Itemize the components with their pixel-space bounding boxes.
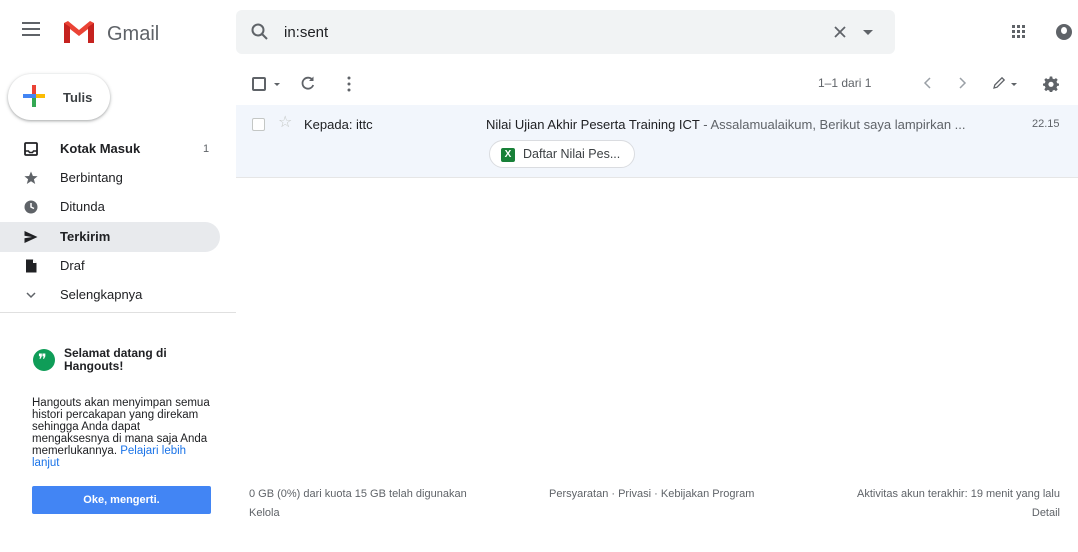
select-all-checkbox[interactable]	[252, 77, 266, 91]
program-policies-link[interactable]: Kebijakan Program	[661, 488, 755, 500]
chevron-down-icon	[26, 292, 36, 299]
sidebar-divider	[0, 312, 236, 313]
sidebar-item-label: Draf	[60, 258, 85, 273]
plus-icon	[23, 85, 45, 107]
list-toolbar: 1–1 dari 1	[236, 64, 1078, 104]
gmail-logo-icon[interactable]	[62, 19, 96, 45]
compose-label: Tulis	[63, 90, 93, 105]
sidebar-item-label: Selengkapnya	[60, 287, 143, 302]
pencil-icon[interactable]	[992, 76, 1006, 90]
star-icon	[24, 171, 38, 184]
sidebar-item-inbox[interactable]: Kotak Masuk 1	[0, 134, 220, 164]
inbox-icon	[24, 142, 38, 156]
attachment-name: Daftar Nilai Pes...	[523, 147, 621, 161]
hangouts-icon	[33, 349, 55, 371]
send-icon	[24, 231, 38, 243]
input-tools-options-icon[interactable]	[1011, 83, 1017, 86]
email-row[interactable]: ☆ Kepada: ittc Nilai Ujian Akhir Peserta…	[236, 105, 1078, 178]
sidebar-item-label: Ditunda	[60, 199, 105, 214]
search-options-icon[interactable]	[863, 30, 873, 35]
main-menu-icon[interactable]	[22, 22, 40, 36]
clock-icon	[24, 200, 38, 214]
hangouts-ok-button[interactable]: Oke, mengerti.	[32, 486, 211, 514]
apps-grid-icon[interactable]	[1012, 25, 1026, 39]
draft-icon	[26, 259, 37, 273]
refresh-icon[interactable]	[300, 75, 316, 91]
pagination-text: 1–1 dari 1	[818, 76, 872, 90]
compose-button[interactable]: Tulis	[8, 74, 110, 120]
star-icon[interactable]: ☆	[278, 114, 292, 132]
terms-link[interactable]: Persyaratan	[549, 488, 608, 500]
spreadsheet-icon: X	[501, 148, 515, 162]
chevron-left-icon[interactable]	[921, 75, 935, 91]
footer-links: Persyaratan · Privasi · Kebijakan Progra…	[549, 488, 755, 500]
email-snippet: - Assalamualaikum, Berikut saya lampirka…	[699, 117, 966, 132]
sidebar-item-sent[interactable]: Terkirim	[0, 222, 220, 252]
unread-count: 1	[203, 143, 210, 155]
storage-usage: 0 GB (0%) dari kuota 15 GB telah digunak…	[249, 488, 467, 500]
search-input[interactable]	[284, 21, 804, 43]
email-recipient: Kepada: ittc	[304, 117, 373, 132]
activity-details-link[interactable]: Detail	[1032, 507, 1060, 519]
row-checkbox[interactable]	[252, 118, 265, 131]
sidebar-item-snoozed[interactable]: Ditunda	[0, 192, 220, 222]
sidebar-item-label: Terkirim	[60, 229, 111, 244]
email-subject-line: Nilai Ujian Akhir Peserta Training ICT -…	[486, 117, 976, 132]
hangouts-title: Selamat datang di Hangouts!	[64, 346, 167, 373]
more-vert-icon[interactable]	[347, 76, 351, 92]
email-time: 22.15	[1032, 118, 1060, 130]
search-bar	[236, 10, 895, 54]
sidebar-item-label: Kotak Masuk	[60, 141, 141, 156]
chevron-right-icon[interactable]	[955, 75, 969, 91]
sidebar-item-more[interactable]: Selengkapnya	[0, 280, 220, 310]
attachment-chip[interactable]: X Daftar Nilai Pes...	[489, 140, 635, 168]
brand-name[interactable]: Gmail	[107, 23, 159, 46]
gear-icon[interactable]	[1043, 76, 1059, 92]
email-subject: Nilai Ujian Akhir Peserta Training ICT	[486, 117, 700, 132]
manage-storage-link[interactable]: Kelola	[249, 507, 280, 519]
sidebar-item-drafts[interactable]: Draf	[0, 251, 220, 281]
privacy-link[interactable]: Privasi	[618, 488, 651, 500]
clear-search-icon[interactable]	[832, 24, 848, 40]
top-bar: Gmail	[0, 0, 1078, 64]
sidebar-item-starred[interactable]: Berbintang	[0, 163, 220, 193]
account-avatar-icon[interactable]	[1056, 24, 1072, 40]
sidebar-item-label: Berbintang	[60, 170, 123, 185]
search-icon[interactable]	[250, 22, 270, 42]
last-activity: Aktivitas akun terakhir: 19 menit yang l…	[857, 488, 1060, 500]
hangouts-description: Hangouts akan menyimpan semua histori pe…	[32, 397, 212, 469]
select-options-icon[interactable]	[274, 83, 280, 86]
